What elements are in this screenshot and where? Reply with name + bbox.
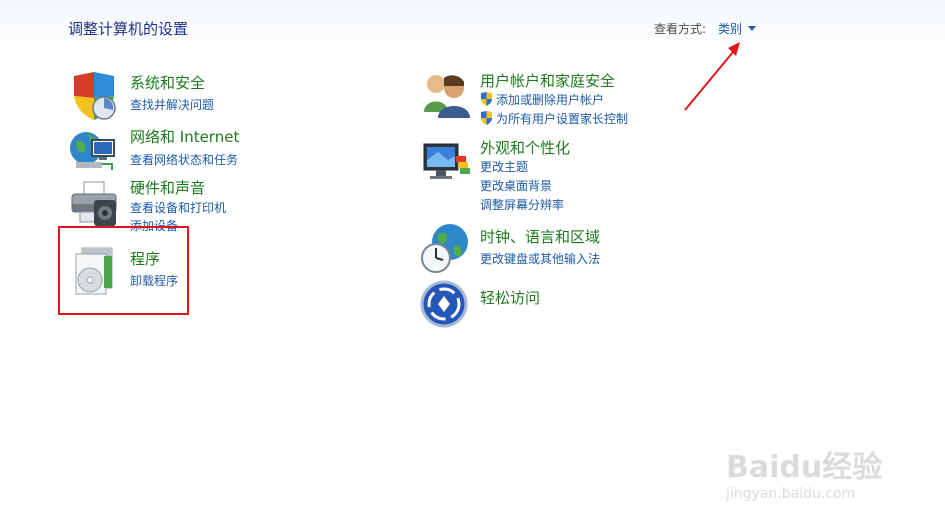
network-internet-title[interactable]: 网络和 Internet: [130, 126, 239, 147]
view-by-dropdown[interactable]: 类别: [718, 20, 757, 37]
annotation-arrow: [684, 42, 740, 111]
change-theme-link[interactable]: 更改主题: [480, 158, 528, 175]
hardware-sound-title[interactable]: 硬件和声音: [130, 177, 205, 198]
ease-of-access-icon: [420, 280, 468, 328]
view-by-label: 查看方式:: [654, 22, 707, 36]
user-accounts-title[interactable]: 用户帐户和家庭安全: [480, 70, 615, 91]
baidu-watermark: Baidu经验 jingyan.baidu.com: [726, 432, 906, 512]
parental-controls-link[interactable]: 为所有用户设置家长控制: [480, 110, 628, 127]
appearance-title[interactable]: 外观和个性化: [480, 137, 570, 158]
ease-of-access-title[interactable]: 轻松访问: [480, 287, 540, 308]
watermark-url: jingyan.baidu.com: [726, 486, 856, 502]
clock-language-region-title[interactable]: 时钟、语言和区域: [480, 226, 600, 247]
add-remove-accounts-link[interactable]: 添加或删除用户帐户: [480, 91, 604, 108]
devices-printers-link[interactable]: 查看设备和打印机: [130, 199, 226, 216]
input-method-link[interactable]: 更改键盘或其他输入法: [480, 250, 600, 267]
users-icon: [424, 75, 470, 118]
screen-resolution-link[interactable]: 调整屏幕分辨率: [480, 196, 564, 213]
watermark-brand: Baidu经验: [726, 450, 883, 485]
change-background-link[interactable]: 更改桌面背景: [480, 177, 552, 194]
printer-hardware-icon: [71, 181, 117, 226]
highlight-box: [58, 226, 189, 315]
system-security-title[interactable]: 系统和安全: [130, 72, 205, 93]
appearance-monitor-icon: [423, 143, 470, 179]
network-globe-icon: [70, 132, 115, 170]
uac-shield-icon: [481, 92, 492, 106]
chevron-down-icon[interactable]: [748, 26, 757, 31]
view-by-value[interactable]: 类别: [718, 22, 742, 36]
add-remove-accounts-text[interactable]: 添加或删除用户帐户: [496, 93, 604, 107]
shield-system-icon: [74, 72, 116, 120]
page-title: 调整计算机的设置: [68, 20, 189, 38]
troubleshoot-link[interactable]: 查找并解决问题: [130, 96, 214, 113]
uac-shield-icon: [481, 111, 492, 125]
network-status-link[interactable]: 查看网络状态和任务: [130, 151, 238, 168]
parental-controls-text[interactable]: 为所有用户设置家长控制: [496, 112, 628, 126]
clock-globe-icon: [421, 224, 468, 273]
